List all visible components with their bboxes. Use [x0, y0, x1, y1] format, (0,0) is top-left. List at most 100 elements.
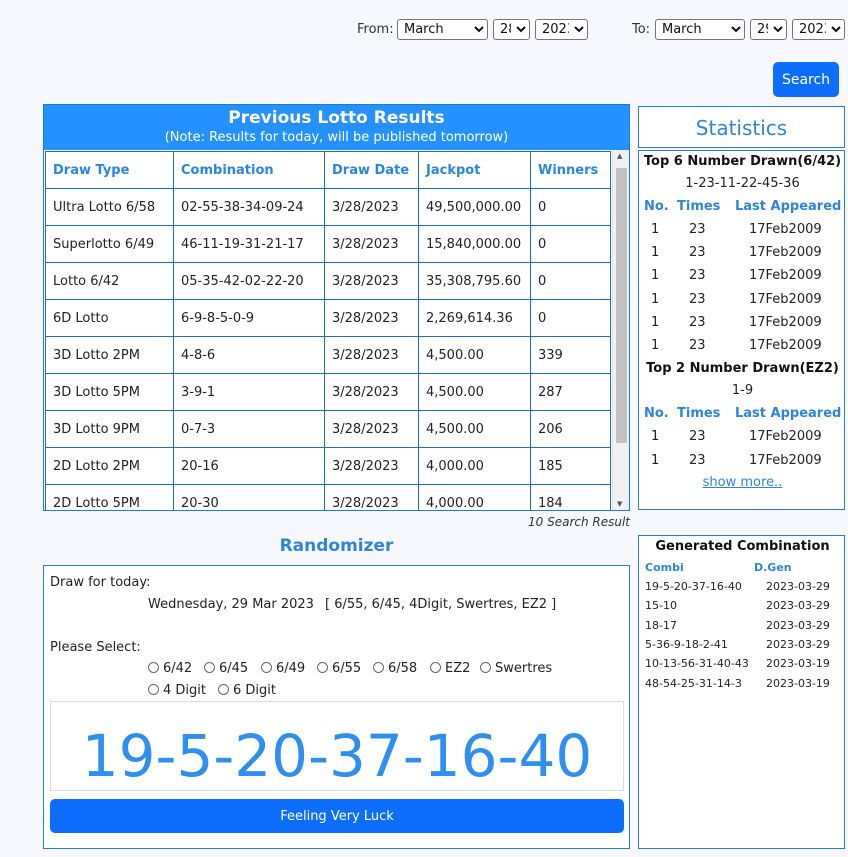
column-header[interactable]: Winners	[530, 151, 611, 189]
stats-times: 23	[689, 222, 706, 237]
stats-times: 23	[689, 245, 706, 260]
radio-icon[interactable]	[430, 662, 441, 673]
dgen-value: 2023-03-29	[766, 619, 830, 632]
winners-cell: 287	[530, 373, 611, 411]
option-655[interactable]: 6/55	[317, 661, 361, 676]
to-label: To:	[632, 22, 651, 37]
option-658[interactable]: 6/58	[373, 661, 417, 676]
draw-date-cell: 3/28/2023	[324, 188, 419, 226]
option-label: 6/45	[219, 661, 249, 676]
radio-icon[interactable]	[261, 662, 272, 673]
table-row: 6D Lotto 6-9-8-5-0-9 3/28/2023 2,269,614.36…	[45, 299, 611, 337]
draw-type-cell: 2D Lotto 2PM	[45, 447, 174, 485]
from-day-select[interactable]: 28	[493, 19, 530, 40]
winners-cell: 0	[530, 188, 611, 226]
show-more-link[interactable]: show more..	[639, 475, 846, 490]
combi-value: 19-5-20-37-16-40	[645, 580, 742, 593]
column-header[interactable]: Jackpot	[418, 151, 531, 189]
stats-last-appeared: 17Feb2009	[749, 268, 822, 283]
option-swertres[interactable]: Swertres	[480, 661, 552, 676]
jackpot-cell: 4,500.00	[418, 373, 531, 411]
table-row: 2D Lotto 5PM 20-30 3/28/2023 4,000.00 184	[45, 484, 611, 510]
table-row: Ultra Lotto 6/58 02-55-38-34-09-24 3/28/20…	[45, 188, 611, 226]
combination-cell: 46-11-19-31-21-17	[173, 225, 325, 263]
stats-no: 1	[651, 245, 660, 260]
option-645[interactable]: 6/45	[204, 661, 248, 676]
from-month-select[interactable]: March	[397, 19, 488, 40]
radio-icon[interactable]	[148, 684, 159, 695]
column-header: D.Gen	[754, 561, 792, 574]
radio-icon[interactable]	[218, 684, 229, 695]
combination-cell: 4-8-6	[173, 336, 325, 374]
randomizer-panel: Draw for today: Wednesday, 29 Mar 2023 […	[43, 565, 630, 849]
column-header[interactable]: Draw Date	[324, 151, 419, 189]
top2-heading: Top 2 Number Drawn(EZ2)	[646, 361, 839, 376]
table-row: 3D Lotto 9PM 0-7-3 3/28/2023 4,500.00 206	[45, 410, 611, 448]
radio-icon[interactable]	[480, 662, 491, 673]
winners-cell: 184	[530, 484, 611, 510]
stats-last-appeared: 17Feb2009	[749, 222, 822, 237]
combination-cell: 6-9-8-5-0-9	[173, 299, 325, 337]
table-row: 3D Lotto 2PM 4-8-6 3/28/2023 4,500.00 339	[45, 336, 611, 374]
results-header: Previous Lotto Results (Note: Results fo…	[44, 105, 629, 150]
option-6digit[interactable]: 6 Digit	[218, 683, 276, 698]
scroll-down-icon[interactable]: ▼	[617, 500, 622, 508]
dgen-value: 2023-03-19	[766, 657, 830, 670]
results-scrollbar[interactable]: ▲ ▼	[612, 150, 629, 510]
results-panel: Previous Lotto Results (Note: Results fo…	[43, 104, 630, 511]
scroll-up-icon[interactable]: ▲	[617, 152, 622, 160]
to-year-select[interactable]: 2023	[792, 19, 845, 40]
radio-icon[interactable]	[148, 662, 159, 673]
stats-times: 23	[689, 453, 706, 468]
option-label: 6/49	[276, 661, 306, 676]
option-ez2[interactable]: EZ2	[430, 661, 470, 676]
option-642[interactable]: 6/42	[148, 661, 192, 676]
stats-no: 1	[651, 453, 660, 468]
feeling-lucky-button[interactable]: Feeling Very Luck	[50, 799, 624, 833]
option-649[interactable]: 6/49	[261, 661, 305, 676]
stats-times: 23	[689, 429, 706, 444]
winners-cell: 339	[530, 336, 611, 374]
results-table: Draw Type Combination Draw Date Jackpot …	[45, 151, 611, 510]
radio-icon[interactable]	[317, 662, 328, 673]
scrollbar-thumb[interactable]	[616, 168, 627, 443]
option-label: EZ2	[445, 661, 471, 676]
stats-times: 23	[689, 315, 706, 330]
dgen-value: 2023-03-29	[766, 638, 830, 651]
stats-no: 1	[651, 429, 660, 444]
option-4digit[interactable]: 4 Digit	[148, 683, 206, 698]
radio-icon[interactable]	[373, 662, 384, 673]
search-result-count: 10 Search Result	[528, 515, 631, 529]
to-month-select[interactable]: March	[655, 19, 745, 40]
search-button[interactable]: Search	[773, 62, 839, 97]
results-table-scroll[interactable]: Draw Type Combination Draw Date Jackpot …	[44, 150, 612, 510]
stats-last-appeared: 17Feb2009	[749, 315, 822, 330]
winners-cell: 206	[530, 410, 611, 448]
option-label: 4 Digit	[163, 683, 206, 698]
stats-no: 1	[651, 222, 660, 237]
draw-date-cell: 3/28/2023	[324, 225, 419, 263]
jackpot-cell: 2,269,614.36	[418, 299, 531, 337]
from-year-select[interactable]: 2023	[535, 19, 588, 40]
column-header[interactable]: Combination	[173, 151, 325, 189]
stats-no: 1	[651, 292, 660, 307]
option-label: 6 Digit	[233, 683, 276, 698]
top6-combination: 1-23-11-22-45-36	[685, 176, 800, 191]
jackpot-cell: 35,308,795.60	[418, 262, 531, 300]
draw-date-cell: 3/28/2023	[324, 299, 419, 337]
column-header: Last Appeared	[735, 199, 842, 214]
jackpot-cell: 4,000.00	[418, 447, 531, 485]
combi-value: 10-13-56-31-40-43	[645, 657, 749, 670]
jackpot-cell: 4,000.00	[418, 484, 531, 510]
draw-type-cell: Lotto 6/42	[45, 262, 174, 300]
winners-cell: 0	[530, 262, 611, 300]
option-label: 6/42	[163, 661, 193, 676]
combination-cell: 05-35-42-02-22-20	[173, 262, 325, 300]
column-header[interactable]: Draw Type	[45, 151, 174, 189]
radio-icon[interactable]	[204, 662, 215, 673]
column-header: Last Appeared	[735, 406, 842, 421]
draw-label: Draw for today:	[50, 575, 151, 590]
to-day-select[interactable]: 29	[750, 19, 787, 40]
statistics-title: Statistics	[638, 106, 845, 148]
dgen-value: 2023-03-29	[766, 599, 830, 612]
